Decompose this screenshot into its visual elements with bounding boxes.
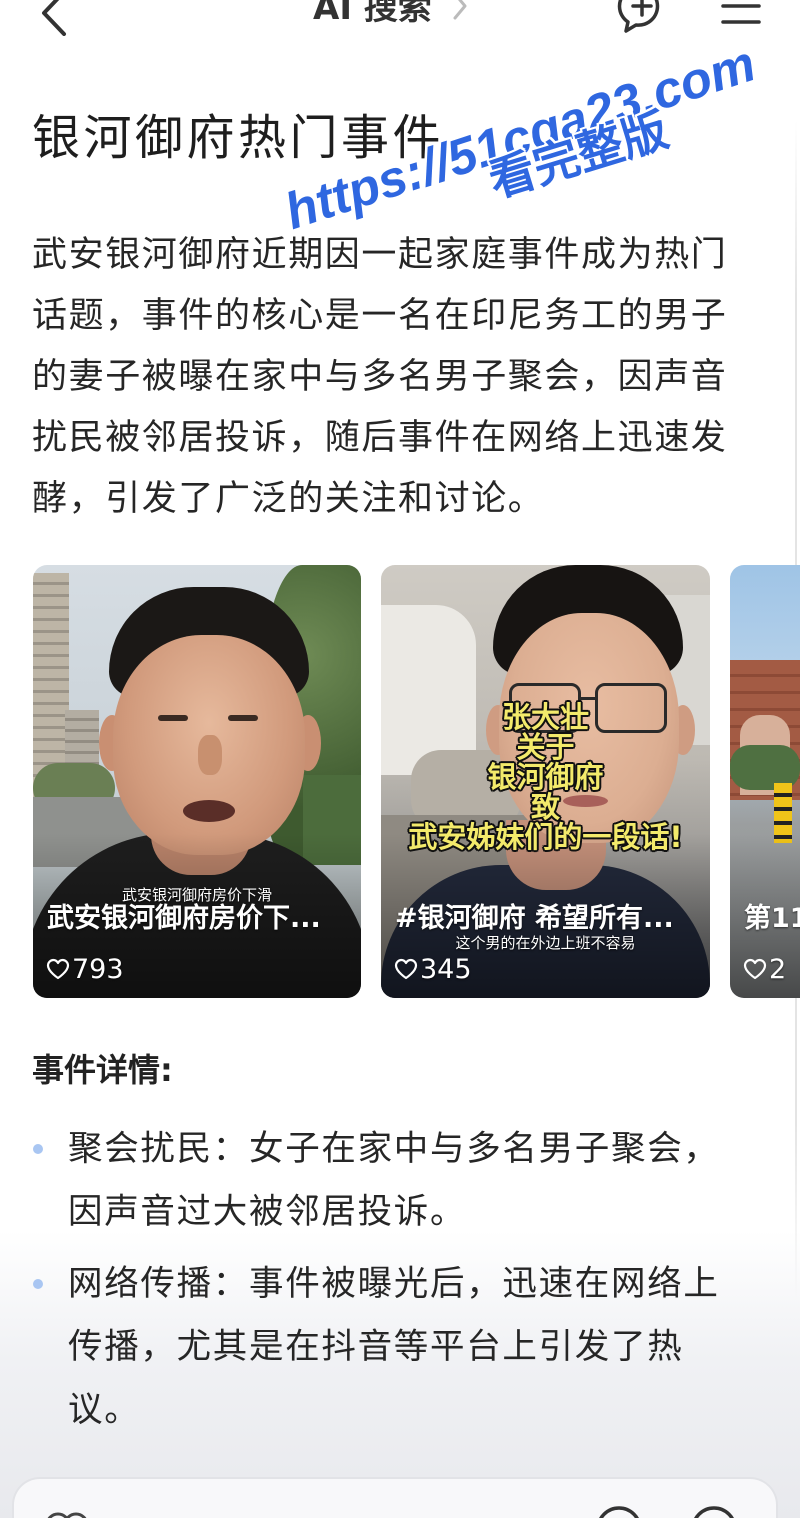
summary-paragraph: 武安银河御府近期因一起家庭事件成为热门话题，事件的核心是一名在印尼务工的男子的妻…: [32, 235, 728, 519]
overlay-line: 致: [530, 790, 560, 824]
bullet-dot: [33, 1279, 43, 1289]
list-item: 网络传播：事件被曝光后，迅速在网络上传播，尤其是在抖音等平台上引发了热议。: [0, 1253, 733, 1442]
overlay-line: 张大壮: [501, 700, 589, 734]
video-carousel[interactable]: 武安银河御府房价下滑 武安银河御府房价下... 793 张大壮 关于 银河御府 …: [0, 565, 800, 998]
overlay-line: 银河御府: [487, 760, 604, 794]
video-overlay-text: 张大壮 关于 银河御府 致 武安姊妹们的一段话!: [381, 702, 710, 852]
list-item: 聚会扰民：女子在家中与多名男子聚会，因声音过大被邻居投诉。: [0, 1118, 733, 1244]
page-header-title[interactable]: AI 搜索: [313, 0, 432, 30]
video-subtitle: 这个男的在外边上班不容易: [455, 934, 636, 952]
video-caption: 第11: [744, 903, 800, 934]
top-bar: AI 搜索: [0, 0, 800, 40]
menu-icon[interactable]: [718, 0, 764, 36]
list-item-text: 网络传播：事件被曝光后，迅速在网络上传播，尤其是在抖音等平台上引发了热议。: [68, 1264, 720, 1430]
like-count: 793: [46, 953, 124, 985]
voice-icon[interactable]: [690, 1503, 738, 1518]
overlay-line: 武安姊妹们的一段话!: [408, 820, 683, 854]
ask-input-bar[interactable]: [12, 1477, 778, 1518]
video-card[interactable]: 张大壮 关于 银河御府 致 武安姊妹们的一段话! #银河御府 希望所有... 这…: [381, 565, 710, 998]
like-count-value: 793: [72, 953, 124, 985]
details-list: 聚会扰民：女子在家中与多名男子聚会，因声音过大被邻居投诉。 网络传播：事件被曝光…: [0, 1118, 733, 1451]
ai-search-result-page: AI 搜索 https://51cga23.com 看完整版 银河御府热门事件 …: [0, 0, 800, 1518]
heart-icon: [394, 958, 418, 980]
bullet-dot: [33, 1144, 43, 1154]
like-count-value: 345: [420, 953, 472, 985]
video-caption: 武安银河御府房价下...: [47, 903, 321, 934]
attachment-icon[interactable]: [44, 1503, 92, 1518]
video-caption: #银河御府 希望所有...: [395, 903, 674, 934]
video-card[interactable]: 武安银河御府房价下滑 武安银河御府房价下... 793: [33, 565, 361, 998]
details-heading: 事件详情:: [32, 1051, 173, 1089]
heart-icon: [46, 958, 70, 980]
like-count: 345: [394, 953, 472, 985]
like-count: 2: [743, 953, 800, 985]
camera-icon[interactable]: [595, 1503, 643, 1518]
video-card[interactable]: 第11 2: [730, 565, 800, 998]
like-count-value: 2: [769, 953, 787, 985]
chevron-left-icon[interactable]: [38, 0, 72, 36]
chevron-right-icon[interactable]: [450, 0, 470, 24]
list-item-text: 聚会扰民：女子在家中与多名男子聚会，因声音过大被邻居投诉。: [68, 1129, 720, 1232]
overlay-line: 关于: [516, 730, 575, 764]
heart-icon: [743, 958, 767, 980]
chat-plus-icon[interactable]: [614, 0, 668, 36]
